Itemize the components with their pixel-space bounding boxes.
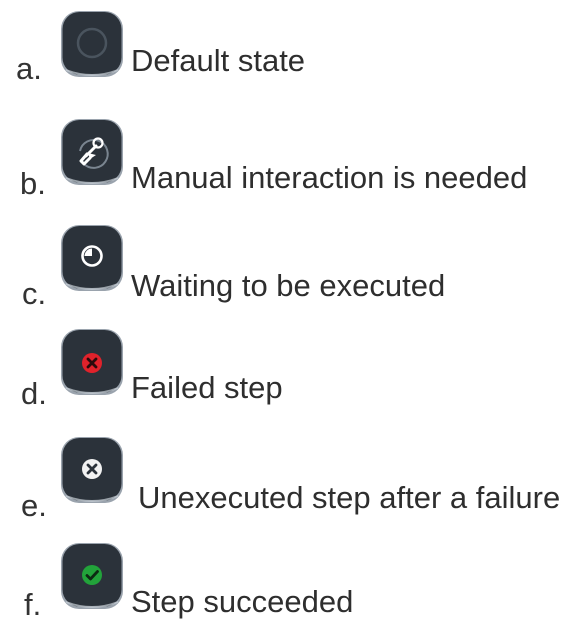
legend-label: Failed step — [131, 370, 283, 405]
step-status-tile — [60, 328, 124, 396]
legend-letter: b. — [20, 166, 46, 201]
legend-letter: e. — [21, 488, 47, 523]
step-status-tile — [60, 118, 124, 186]
legend-label: Step succeeded — [131, 584, 354, 619]
legend-label: Unexecuted step after a failure — [138, 480, 561, 515]
check-icon — [61, 543, 123, 609]
clock-icon — [61, 225, 123, 291]
legend-letter: c. — [22, 276, 47, 311]
skipped-x-icon — [61, 437, 123, 503]
empty-ring-icon — [61, 11, 123, 77]
legend-item-manual-interaction: b. Manual interaction is needed — [0, 110, 569, 200]
legend-item-succeeded: f. Step succeeded — [0, 536, 569, 626]
legend-letter: d. — [21, 376, 47, 411]
legend-item-unexecuted: e. Unexecuted step after a failure — [0, 432, 569, 522]
error-x-icon — [61, 329, 123, 395]
hand-pointer-icon — [61, 119, 123, 185]
legend-label: Default state — [131, 43, 306, 78]
legend-label: Waiting to be executed — [131, 268, 446, 303]
step-status-tile — [60, 542, 124, 610]
step-status-tile — [60, 224, 124, 292]
legend-item-default-state: a. Default state — [0, 0, 569, 90]
step-status-tile — [60, 436, 124, 504]
legend-item-failed: d. Failed step — [0, 326, 569, 416]
legend-item-waiting: c. Waiting to be executed — [0, 218, 569, 311]
legend-label: Manual interaction is needed — [131, 160, 528, 195]
step-status-tile — [60, 10, 124, 78]
legend-letter: a. — [16, 51, 42, 86]
legend-letter: f. — [24, 587, 42, 622]
